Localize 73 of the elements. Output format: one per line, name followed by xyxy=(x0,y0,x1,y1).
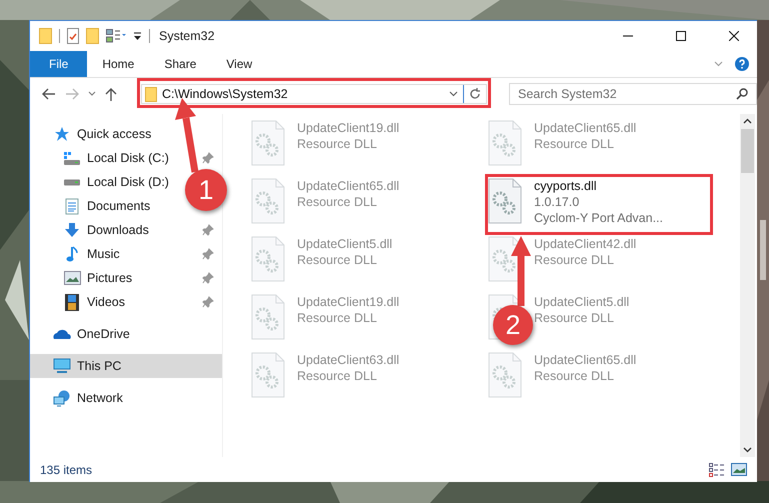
download-icon xyxy=(64,222,80,238)
ribbon-tab[interactable]: Share xyxy=(149,51,212,77)
address-path: C:\Windows\System32 xyxy=(162,87,289,101)
network-icon xyxy=(53,390,71,406)
file-detail: Resource DLL xyxy=(297,252,378,268)
sidebar-item[interactable]: Quick access xyxy=(30,122,152,146)
star-icon xyxy=(54,126,70,142)
file-detail: Resource DLL xyxy=(297,368,378,384)
up-arrow-icon[interactable] xyxy=(105,87,117,101)
properties-icon[interactable] xyxy=(67,28,79,44)
monitor-icon xyxy=(53,358,71,374)
file-icon xyxy=(251,352,285,398)
sidebar-item[interactable]: OneDrive xyxy=(30,322,130,346)
close-icon xyxy=(729,31,739,41)
file-icon xyxy=(488,120,522,166)
file-detail: Resource DLL xyxy=(534,310,615,326)
file-detail: Resource DLL xyxy=(534,136,615,152)
layout-icon[interactable] xyxy=(106,29,126,43)
picture-icon xyxy=(64,271,80,285)
file-detail: Resource DLL xyxy=(297,136,378,152)
maximize-icon xyxy=(676,31,686,41)
minimize-icon xyxy=(623,35,633,37)
sidebar-item[interactable]: Videos xyxy=(30,290,125,314)
file-detail: Cyclom-Y Port Advan... xyxy=(534,210,663,226)
chevron-down-icon[interactable] xyxy=(449,91,458,97)
item-count: 135 items xyxy=(40,462,92,476)
sidebar-item[interactable]: Local Disk (D:) xyxy=(30,170,169,194)
search-field[interactable]: Search System32 xyxy=(509,83,757,105)
thumbnail-view-icon[interactable] xyxy=(731,462,747,476)
file-name[interactable]: cyyports.dll xyxy=(534,178,663,194)
drive-icon xyxy=(63,150,81,166)
chevron-down-icon[interactable] xyxy=(88,91,96,97)
drive-icon xyxy=(63,178,81,186)
details-view-icon[interactable] xyxy=(709,462,725,476)
ribbon-tab[interactable]: View xyxy=(211,51,268,77)
scrollbar-thumb[interactable] xyxy=(741,129,754,173)
file-detail: Resource DLL xyxy=(534,368,615,384)
pin-icon[interactable] xyxy=(202,224,214,236)
file-detail: Resource DLL xyxy=(297,310,378,326)
pin-icon[interactable] xyxy=(202,272,214,284)
file-detail: 1.0.17.0 xyxy=(534,194,580,210)
cloud-icon xyxy=(52,328,72,340)
file-icon xyxy=(251,294,285,340)
sidebar-item[interactable]: Music xyxy=(30,242,120,266)
file-menu-button[interactable]: File xyxy=(30,51,88,77)
pin-icon[interactable] xyxy=(202,296,214,308)
file-icon xyxy=(251,120,285,166)
document-icon xyxy=(65,198,79,214)
back-arrow-icon[interactable] xyxy=(42,88,56,100)
file-detail: Resource DLL xyxy=(534,252,615,268)
sidebar-item[interactable]: Pictures xyxy=(30,266,132,290)
arrow xyxy=(510,236,532,306)
music-note-icon xyxy=(66,246,78,262)
sidebar-item[interactable]: Local Disk (C:) xyxy=(30,146,169,170)
file-icon xyxy=(488,352,522,398)
sidebar-item[interactable]: Network xyxy=(30,386,123,410)
refresh-icon xyxy=(469,88,481,100)
file-icon xyxy=(251,178,285,224)
address-bar[interactable]: C:\Windows\System32 xyxy=(141,84,487,104)
search-icon[interactable] xyxy=(736,88,748,100)
ribbon-tab[interactable]: Home xyxy=(87,51,150,77)
pin-icon[interactable] xyxy=(202,152,214,164)
sidebar-item[interactable]: Documents xyxy=(30,194,150,218)
help-icon[interactable] xyxy=(735,57,749,71)
file-detail: Resource DLL xyxy=(297,194,378,210)
customize-caret-icon[interactable] xyxy=(133,31,142,41)
file-icon xyxy=(488,178,522,224)
sidebar-item[interactable]: Downloads xyxy=(30,218,149,242)
window-title: System32 xyxy=(159,29,216,43)
film-icon xyxy=(65,294,79,310)
pin-icon[interactable] xyxy=(202,248,214,260)
sidebar-item[interactable]: This PC xyxy=(30,354,222,378)
file-icon xyxy=(251,236,285,282)
